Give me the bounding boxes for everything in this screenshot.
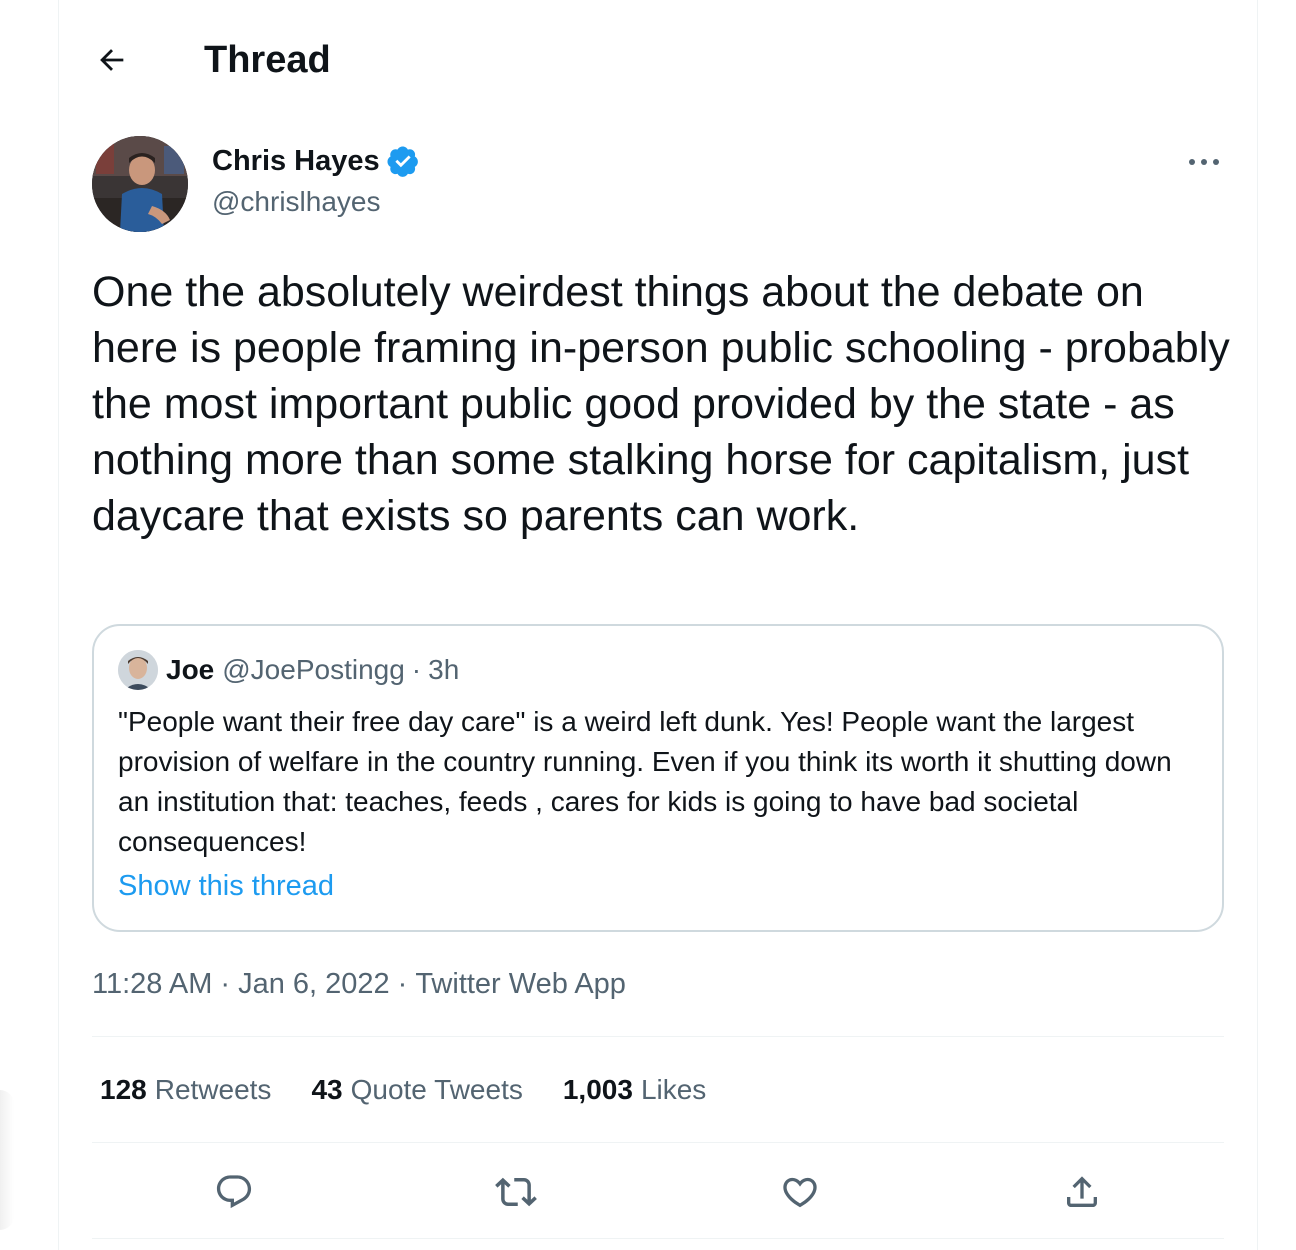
- quoted-author-name: Joe: [166, 654, 215, 685]
- tweet-time[interactable]: 11:28 AM: [92, 968, 212, 1000]
- more-options-button[interactable]: [1184, 146, 1224, 178]
- likes-label: Likes: [640, 1074, 707, 1105]
- likes-count: 1,003: [562, 1074, 633, 1105]
- show-thread-link[interactable]: Show this thread: [118, 866, 334, 906]
- divider: [92, 1036, 1224, 1037]
- page-title: Thread: [204, 39, 331, 81]
- likes-stat[interactable]: 1,003 Likes: [563, 1070, 706, 1110]
- quoted-author-handle: @JoePostingg: [222, 654, 405, 685]
- reply-icon: [216, 1175, 252, 1209]
- quoted-avatar-photo: [118, 650, 158, 690]
- tweet-date[interactable]: Jan 6, 2022: [238, 968, 390, 1000]
- author-name[interactable]: Chris Hayes: [212, 143, 420, 179]
- quote-tweets-count: 43: [311, 1074, 343, 1105]
- quote-tweets-stat[interactable]: 43 Quote Tweets: [311, 1070, 522, 1110]
- meta-separator: ·: [397, 968, 408, 1000]
- avatar-photo: [92, 136, 188, 232]
- retweet-icon: [495, 1177, 537, 1207]
- divider: [92, 1238, 1224, 1239]
- quote-tweets-label: Quote Tweets: [350, 1074, 523, 1105]
- like-button[interactable]: [774, 1166, 826, 1218]
- quoted-separator: ·: [411, 654, 422, 685]
- arrow-left-icon: [100, 49, 124, 71]
- share-icon: [1067, 1176, 1097, 1207]
- quoted-timestamp: 3h: [428, 654, 460, 685]
- retweets-stat[interactable]: 128 Retweets: [100, 1070, 271, 1110]
- tweet-source[interactable]: Twitter Web App: [415, 968, 626, 1000]
- author-avatar[interactable]: [92, 136, 188, 232]
- author-handle[interactable]: @chrislhayes: [212, 184, 380, 220]
- engagement-stats: 128 Retweets 43 Quote Tweets 1,003 Likes: [100, 1070, 746, 1110]
- reply-button[interactable]: [208, 1166, 260, 1218]
- quoted-tweet-header: Joe @JoePostingg · 3h: [118, 650, 459, 690]
- edge-shadow: [0, 1090, 14, 1230]
- quoted-tweet-text: "People want their free day care" is a w…: [118, 706, 1172, 857]
- quoted-tweet-card[interactable]: Joe @JoePostingg · 3h "People want their…: [92, 624, 1224, 932]
- retweets-count: 128: [100, 1074, 147, 1105]
- share-button[interactable]: [1056, 1166, 1108, 1218]
- more-icon: [1189, 159, 1219, 165]
- divider: [92, 1142, 1224, 1143]
- verified-badge-icon: [387, 146, 418, 177]
- tweet-metadata: 11:28 AM · Jan 6, 2022 · Twitter Web App: [92, 964, 626, 1004]
- retweets-label: Retweets: [154, 1074, 272, 1105]
- author-name-text: Chris Hayes: [212, 145, 380, 177]
- back-button[interactable]: [92, 40, 132, 80]
- retweet-button[interactable]: [490, 1166, 542, 1218]
- meta-separator: ·: [220, 968, 231, 1000]
- tweet-text: One the absolutely weirdest things about…: [92, 268, 1230, 540]
- like-icon: [783, 1177, 817, 1208]
- quoted-author-avatar: [118, 650, 158, 690]
